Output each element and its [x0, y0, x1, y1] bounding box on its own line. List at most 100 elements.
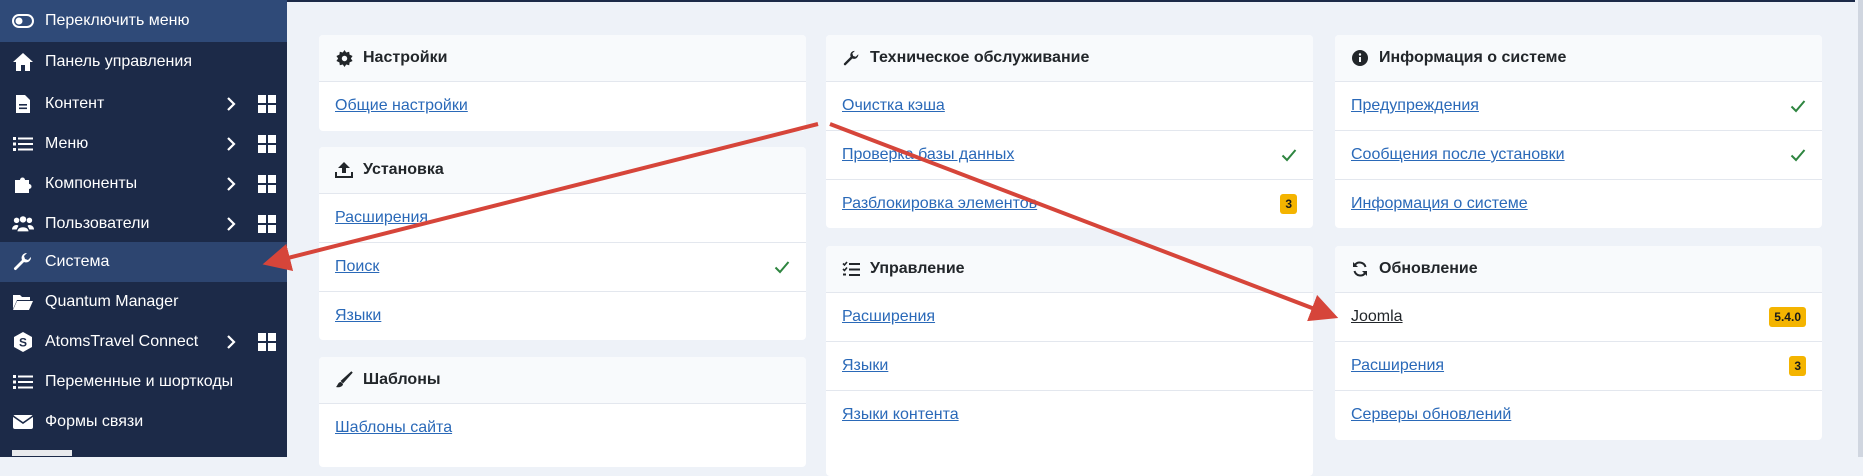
joomla-update-link[interactable]: Joomla — [1351, 308, 1403, 326]
settings-card: Настройки Общие настройки — [319, 35, 806, 131]
sidebar-item-components[interactable]: Компоненты — [0, 164, 287, 204]
svg-text:S: S — [19, 336, 27, 350]
global-checkin-link[interactable]: Разблокировка элементов — [842, 195, 1037, 213]
list-item: Языки — [826, 342, 1313, 391]
dashboard-grid-icon[interactable] — [258, 95, 276, 113]
chevron-right-icon[interactable] — [225, 136, 237, 152]
maintenance-card-title: Техническое обслуживание — [870, 49, 1090, 66]
list-item: Расширения — [826, 293, 1313, 342]
global-config-link[interactable]: Общие настройки — [335, 97, 468, 115]
content-languages-link[interactable]: Языки контента — [842, 406, 959, 424]
settings-card-title: Настройки — [363, 49, 448, 66]
manage-extensions-link[interactable]: Расширения — [842, 308, 935, 326]
list-item: Поиск — [319, 243, 806, 292]
sidebar-item-dashboard[interactable]: Панель управления — [0, 42, 287, 82]
check-icon — [1281, 149, 1297, 162]
install-languages-link[interactable]: Языки — [335, 307, 381, 325]
list-item: Языки — [319, 292, 806, 340]
list-item: Языки контента — [826, 391, 1313, 439]
settings-card-header: Настройки — [319, 35, 806, 82]
check-icon — [1790, 100, 1806, 113]
sync-icon — [1351, 260, 1369, 278]
sidebar-item-contact-forms[interactable]: Формы связи — [0, 402, 287, 442]
install-extensions-link[interactable]: Расширения — [335, 209, 428, 227]
wrench-icon — [12, 251, 34, 273]
database-check-link[interactable]: Проверка базы данных — [842, 146, 1014, 164]
dashboard-grid-icon[interactable] — [258, 135, 276, 153]
sidebar-item-users[interactable]: Пользователи — [0, 204, 287, 244]
check-icon — [774, 261, 790, 274]
warnings-link[interactable]: Предупреждения — [1351, 97, 1479, 115]
list-icon — [12, 371, 34, 393]
version-badge: 5.4.0 — [1769, 307, 1806, 327]
list-item: Проверка базы данных — [826, 131, 1313, 180]
sidebar-item-label: Контент — [45, 95, 105, 112]
file-icon — [12, 93, 34, 115]
list-item: Предупреждения — [1335, 82, 1822, 131]
system-information-link[interactable]: Информация о системе — [1351, 195, 1528, 213]
list-item: Общие настройки — [319, 82, 806, 130]
s-logo-icon: S — [12, 331, 34, 353]
install-card: Установка Расширения Поиск Языки — [319, 147, 806, 340]
sidebar-item-label: Меню — [45, 135, 89, 152]
manage-card-header: Управление — [826, 246, 1313, 293]
sidebar-item-variables-shortcodes[interactable]: Переменные и шорткоды — [0, 362, 287, 402]
chevron-right-icon[interactable] — [225, 96, 237, 112]
list-item: Расширения — [319, 194, 806, 243]
tasks-icon — [842, 260, 860, 278]
sidebar-item-atomstravel-connect[interactable]: S AtomsTravel Connect — [0, 322, 287, 362]
sidebar-item-label: Панель управления — [45, 53, 192, 70]
sysinfo-card: Информация о системе Предупреждения Сооб… — [1335, 35, 1822, 228]
info-icon — [1351, 49, 1369, 67]
scrollbar-track[interactable] — [1858, 0, 1863, 457]
install-search-link[interactable]: Поиск — [335, 258, 379, 276]
folder-icon — [12, 291, 34, 313]
site-templates-link[interactable]: Шаблоны сайта — [335, 419, 452, 437]
sidebar-item-partial[interactable] — [0, 444, 287, 464]
sidebar-item-content[interactable]: Контент — [0, 84, 287, 124]
clear-cache-link[interactable]: Очистка кэша — [842, 97, 945, 115]
update-sites-link[interactable]: Серверы обновлений — [1351, 406, 1511, 424]
sidebar-toggle[interactable]: Переключить меню — [0, 0, 287, 42]
dashboard-grid-icon[interactable] — [258, 333, 276, 351]
paintbrush-icon — [335, 371, 353, 389]
list-item: Очистка кэша — [826, 82, 1313, 131]
post-install-messages-link[interactable]: Сообщения после установки — [1351, 146, 1565, 164]
sidebar-item-label: Переменные и шорткоды — [45, 373, 234, 390]
manage-languages-link[interactable]: Языки — [842, 357, 888, 375]
envelope-icon — [12, 411, 34, 433]
home-icon — [12, 51, 34, 73]
sidebar-item-menus[interactable]: Меню — [0, 124, 287, 164]
update-extensions-link[interactable]: Расширения — [1351, 357, 1444, 375]
chevron-right-icon[interactable] — [225, 216, 237, 232]
sidebar-item-label: Система — [45, 253, 110, 270]
sidebar-item-quantum-manager[interactable]: Quantum Manager — [0, 282, 287, 322]
sidebar-item-label: Формы связи — [45, 413, 144, 430]
toggle-icon — [12, 10, 34, 32]
chevron-right-icon[interactable] — [225, 176, 237, 192]
sidebar-item-label: Пользователи — [45, 215, 150, 232]
update-card-header: Обновление — [1335, 246, 1822, 293]
maintenance-card: Техническое обслуживание Очистка кэша Пр… — [826, 35, 1313, 228]
templates-card: Шаблоны Шаблоны сайта — [319, 357, 806, 467]
sidebar-item-system[interactable]: Система — [0, 242, 287, 282]
sidebar-item-label: Компоненты — [45, 175, 138, 192]
list-item: Сообщения после установки — [1335, 131, 1822, 180]
manage-card-title: Управление — [870, 260, 965, 277]
list-item: Шаблоны сайта — [319, 404, 806, 452]
maintenance-card-header: Техническое обслуживание — [826, 35, 1313, 82]
list-item: Информация о системе — [1335, 180, 1822, 228]
list-icon — [12, 133, 34, 155]
list-item: Joomla 5.4.0 — [1335, 293, 1822, 342]
sidebar: Переключить меню Панель управления Конте… — [0, 0, 287, 457]
count-badge: 3 — [1280, 194, 1297, 214]
users-icon — [12, 213, 34, 235]
upload-icon — [335, 161, 353, 179]
update-card: Обновление Joomla 5.4.0 Расширения 3 Сер… — [1335, 246, 1822, 440]
dashboard-grid-icon[interactable] — [258, 175, 276, 193]
wrench-icon — [842, 49, 860, 67]
chevron-right-icon[interactable] — [225, 334, 237, 350]
count-badge: 3 — [1789, 356, 1806, 376]
manage-card: Управление Расширения Языки Языки контен… — [826, 246, 1313, 476]
dashboard-grid-icon[interactable] — [258, 215, 276, 233]
